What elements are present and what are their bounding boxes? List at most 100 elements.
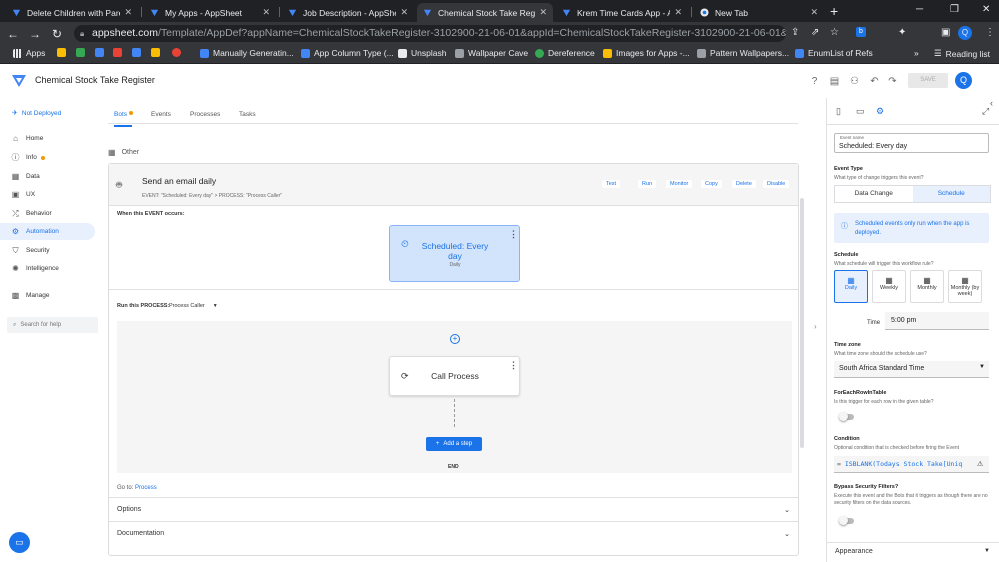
- help-icon[interactable]: ?: [809, 76, 820, 87]
- process-select[interactable]: Process Caller ▼: [169, 303, 218, 309]
- window-close-icon[interactable]: ✕: [982, 4, 990, 15]
- more-vert-icon[interactable]: ⋮: [509, 229, 518, 240]
- time-input[interactable]: 5:00 pm: [885, 312, 989, 330]
- profile-sync-icon[interactable]: ▣: [941, 27, 950, 38]
- bookmark-page-icon[interactable]: ⇪: [791, 27, 799, 38]
- nav-item-info[interactable]: ⓘ Info: [0, 149, 95, 166]
- bookmark-icon[interactable]: [95, 48, 108, 57]
- docs-icon[interactable]: ▤: [829, 76, 840, 87]
- foreach-toggle[interactable]: [839, 412, 854, 421]
- tab-tasks[interactable]: Tasks: [239, 111, 256, 118]
- chat-button[interactable]: ▭: [9, 532, 30, 553]
- monitor-button[interactable]: Monitor: [666, 180, 693, 188]
- bookmark-item[interactable]: Manually Generatin...: [200, 48, 294, 58]
- reading-list[interactable]: ☰ Reading list: [934, 48, 990, 59]
- save-button[interactable]: SAVE: [908, 73, 948, 88]
- tab-processes[interactable]: Processes: [190, 111, 220, 118]
- panel-collapse-icon[interactable]: ›: [814, 322, 817, 331]
- run-button[interactable]: Run: [638, 180, 657, 188]
- search-help-input[interactable]: ⌕ Search for help: [7, 317, 98, 333]
- bookmark-item[interactable]: Unsplash: [398, 48, 446, 58]
- bookmark-item[interactable]: Dereference: [535, 48, 595, 58]
- bookmarks-overflow[interactable]: »: [914, 48, 919, 58]
- schedule-weekly[interactable]: ▦ Weekly: [872, 270, 906, 303]
- undo-icon[interactable]: ↶: [869, 76, 880, 87]
- appsheet-logo[interactable]: [12, 74, 26, 88]
- nav-item-home[interactable]: ⌂ Home: [0, 130, 95, 147]
- bookmark-icon[interactable]: [172, 48, 185, 57]
- event-card[interactable]: ⏲ Scheduled: Every day Daily ⋮: [389, 225, 520, 282]
- bookmark-icon[interactable]: [113, 48, 126, 57]
- back-icon[interactable]: ←: [4, 27, 22, 41]
- browser-menu-icon[interactable]: ⋮: [985, 27, 995, 38]
- close-icon[interactable]: ✕: [262, 7, 270, 18]
- chevron-left-icon[interactable]: ‹: [990, 98, 993, 108]
- delete-button[interactable]: Delete: [732, 180, 756, 188]
- test-button[interactable]: Test: [602, 180, 621, 188]
- close-icon[interactable]: ✕: [124, 7, 132, 18]
- goto-process-link[interactable]: Process: [135, 485, 157, 491]
- close-icon[interactable]: ✕: [539, 7, 547, 18]
- add-step-button[interactable]: + Add a step: [426, 437, 482, 451]
- bookmark-apps[interactable]: Apps: [13, 48, 45, 58]
- bypass-toggle[interactable]: [839, 516, 854, 525]
- bookmark-item[interactable]: Images for Apps -...: [603, 48, 690, 58]
- avatar[interactable]: Q: [955, 72, 972, 89]
- close-icon[interactable]: ✕: [810, 7, 818, 18]
- browser-tab[interactable]: Job Description - AppSheet ✕: [282, 3, 414, 22]
- options-accordion[interactable]: Options ⌄: [109, 497, 798, 521]
- schedule-monthly-by-week[interactable]: ▦ Monthly (by week): [948, 270, 982, 303]
- puzzle-icon[interactable]: ✦: [898, 27, 906, 38]
- nav-item-ux[interactable]: ▣ UX: [0, 186, 95, 203]
- browser-tab[interactable]: My Apps - AppSheet ✕: [144, 3, 276, 22]
- nav-item-behavior[interactable]: ⤮ Behavior: [0, 205, 95, 222]
- disable-button[interactable]: Disable: [763, 180, 790, 188]
- reload-icon[interactable]: ↻: [48, 27, 66, 41]
- scrollbar[interactable]: [800, 198, 804, 448]
- extension-icon[interactable]: b: [856, 27, 866, 37]
- condition-input[interactable]: = ISBLANK(Todays Stock Take[Uniq: [834, 456, 989, 473]
- nav-item-security[interactable]: ⛉ Security: [0, 242, 95, 259]
- close-icon[interactable]: ✕: [400, 7, 408, 18]
- bookmark-item[interactable]: EnumList of Refs: [795, 48, 873, 58]
- bot-header-row[interactable]: 🤖︎ Send an email daily EVENT: "Scheduled…: [109, 164, 798, 206]
- browser-tab[interactable]: New Tab ✕: [694, 3, 824, 22]
- tab-bots[interactable]: Bots: [114, 111, 134, 118]
- minimize-icon[interactable]: ─: [916, 4, 923, 15]
- address-bar[interactable]: 🔒︎ appsheet.com/Template/AppDef?appName=C…: [74, 25, 786, 42]
- data-change-option[interactable]: Data Change: [835, 186, 913, 202]
- browser-profile-avatar[interactable]: Q: [958, 26, 972, 40]
- nav-item-manage[interactable]: ▩ Manage: [0, 287, 95, 304]
- bookmark-icon[interactable]: [57, 48, 70, 57]
- tab-events[interactable]: Events: [151, 111, 171, 118]
- schedule-option[interactable]: Schedule: [912, 186, 990, 202]
- add-step-plus-icon[interactable]: +: [450, 334, 460, 344]
- restore-icon[interactable]: ❐: [950, 4, 959, 15]
- event-name-field[interactable]: Event name Scheduled: Every day: [834, 133, 989, 153]
- bookmark-item[interactable]: App Column Type (...: [301, 48, 394, 58]
- nav-item-data[interactable]: ▦ Data: [0, 168, 95, 185]
- share-icon[interactable]: ⇗: [811, 27, 819, 38]
- phone-preview-icon[interactable]: ▯: [836, 106, 841, 117]
- browser-tab[interactable]: Delete Children with Parent ✕: [6, 3, 138, 22]
- settings-icon[interactable]: ⚙: [876, 106, 884, 117]
- bookmark-icon[interactable]: [151, 48, 164, 57]
- schedule-monthly[interactable]: ▦ Monthly: [910, 270, 944, 303]
- share-users-icon[interactable]: ⚇: [849, 76, 860, 87]
- bookmark-icon[interactable]: [132, 48, 145, 57]
- appearance-accordion[interactable]: Appearance ▼: [827, 542, 999, 562]
- step-card[interactable]: ⟳ Call Process ⋮: [389, 356, 520, 396]
- bookmark-icon[interactable]: [76, 48, 89, 57]
- documentation-accordion[interactable]: Documentation ⌄: [109, 521, 798, 545]
- more-vert-icon[interactable]: ⋮: [509, 360, 518, 371]
- browser-tab-active[interactable]: Chemical Stock Take Regist ✕: [417, 3, 553, 22]
- bookmark-item[interactable]: Wallpaper Cave: [455, 48, 528, 58]
- browser-tab[interactable]: Krem Time Cards App - Ap ✕: [556, 3, 688, 22]
- schedule-daily[interactable]: ▦ Daily: [834, 270, 868, 303]
- tablet-preview-icon[interactable]: ▭: [856, 106, 865, 117]
- close-icon[interactable]: ✕: [674, 7, 682, 18]
- new-tab-button[interactable]: +: [830, 3, 838, 19]
- star-icon[interactable]: ☆: [830, 27, 839, 38]
- redo-icon[interactable]: ↷: [887, 76, 898, 87]
- nav-item-intelligence[interactable]: ✺ Intelligence: [0, 260, 95, 277]
